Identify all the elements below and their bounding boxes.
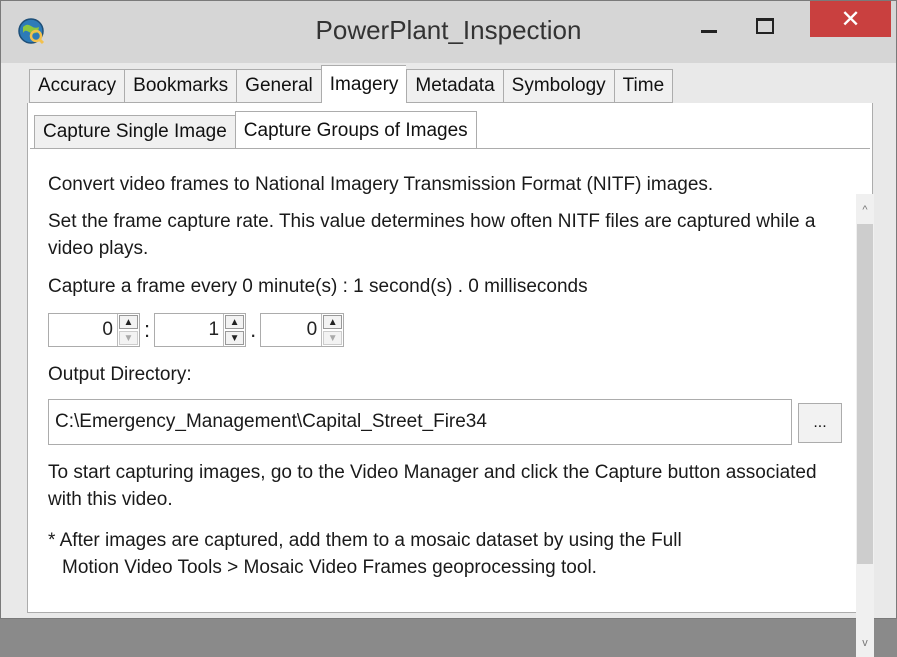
tab-bookmarks[interactable]: Bookmarks: [124, 69, 237, 103]
tab-imagery[interactable]: Imagery: [320, 65, 407, 103]
capture-instruction: To start capturing images, go to the Vid…: [48, 462, 817, 510]
minimize-icon: [701, 29, 717, 33]
maximize-icon: [756, 18, 774, 34]
scroll-up-icon[interactable]: ^: [856, 198, 874, 222]
close-button[interactable]: ✕: [810, 1, 891, 37]
capture-rate-spinners: 0 ▲ ▼ : 1 ▲ ▼ . 0 ▲ ▼: [48, 313, 345, 347]
browse-button[interactable]: ...: [798, 403, 842, 443]
seconds-stepper[interactable]: 1 ▲ ▼: [154, 313, 247, 347]
milliseconds-value[interactable]: 0: [307, 319, 322, 341]
imagery-panel: Capture Single Image Capture Groups of I…: [27, 103, 874, 657]
seconds-down-icon[interactable]: ▼: [225, 331, 245, 345]
scroll-down-icon[interactable]: v: [856, 631, 874, 655]
capture-subtabs: Capture Single Image Capture Groups of I…: [34, 111, 477, 149]
seconds-up-icon[interactable]: ▲: [225, 315, 245, 329]
milliseconds-down-icon[interactable]: ▼: [323, 331, 343, 345]
tab-symbology[interactable]: Symbology: [502, 69, 614, 103]
minutes-up-icon[interactable]: ▲: [119, 315, 138, 329]
minutes-value[interactable]: 0: [102, 319, 117, 341]
title-bar[interactable]: PowerPlant_Inspection ✕: [1, 1, 896, 63]
close-icon: ✕: [840, 5, 861, 33]
separator-colon: :: [144, 317, 151, 342]
tab-general[interactable]: General: [236, 69, 321, 103]
mosaic-note: * After images are captured, add them to…: [48, 527, 848, 581]
tab-accuracy[interactable]: Accuracy: [29, 69, 125, 103]
output-directory-label: Output Directory:: [48, 364, 192, 385]
milliseconds-stepper[interactable]: 0 ▲ ▼: [260, 313, 345, 347]
output-directory-field[interactable]: C:\Emergency_Management\Capital_Street_F…: [48, 399, 792, 445]
intro-text: Convert video frames to National Imagery…: [48, 174, 714, 195]
tab-capture-single-image[interactable]: Capture Single Image: [34, 115, 235, 149]
mosaic-note-line2: Motion Video Tools > Mosaic Video Frames…: [62, 557, 597, 578]
rate-description: Set the frame capture rate. This value d…: [48, 211, 816, 259]
capture-summary: Capture a frame every 0 minute(s) : 1 se…: [48, 276, 588, 297]
capture-groups-content: Convert video frames to National Imagery…: [30, 148, 874, 657]
minutes-stepper[interactable]: 0 ▲ ▼: [48, 313, 140, 347]
seconds-value[interactable]: 1: [209, 319, 224, 341]
dialog-window: PowerPlant_Inspection ✕ Accuracy Bookmar…: [0, 0, 897, 657]
vertical-scrollbar[interactable]: ^ v: [856, 194, 874, 657]
tab-time[interactable]: Time: [613, 69, 674, 103]
minimize-button[interactable]: [685, 7, 733, 45]
minutes-down-icon[interactable]: ▼: [119, 331, 138, 345]
maximize-button[interactable]: [741, 7, 789, 45]
mosaic-note-line1: * After images are captured, add them to…: [48, 530, 682, 551]
milliseconds-up-icon[interactable]: ▲: [323, 315, 343, 329]
tab-metadata[interactable]: Metadata: [406, 69, 503, 103]
properties-tabs: Accuracy Bookmarks General Imagery Metad…: [29, 65, 674, 103]
separator-dot: .: [250, 317, 257, 342]
tab-capture-groups-of-images[interactable]: Capture Groups of Images: [234, 111, 477, 149]
scroll-thumb[interactable]: [857, 224, 873, 564]
